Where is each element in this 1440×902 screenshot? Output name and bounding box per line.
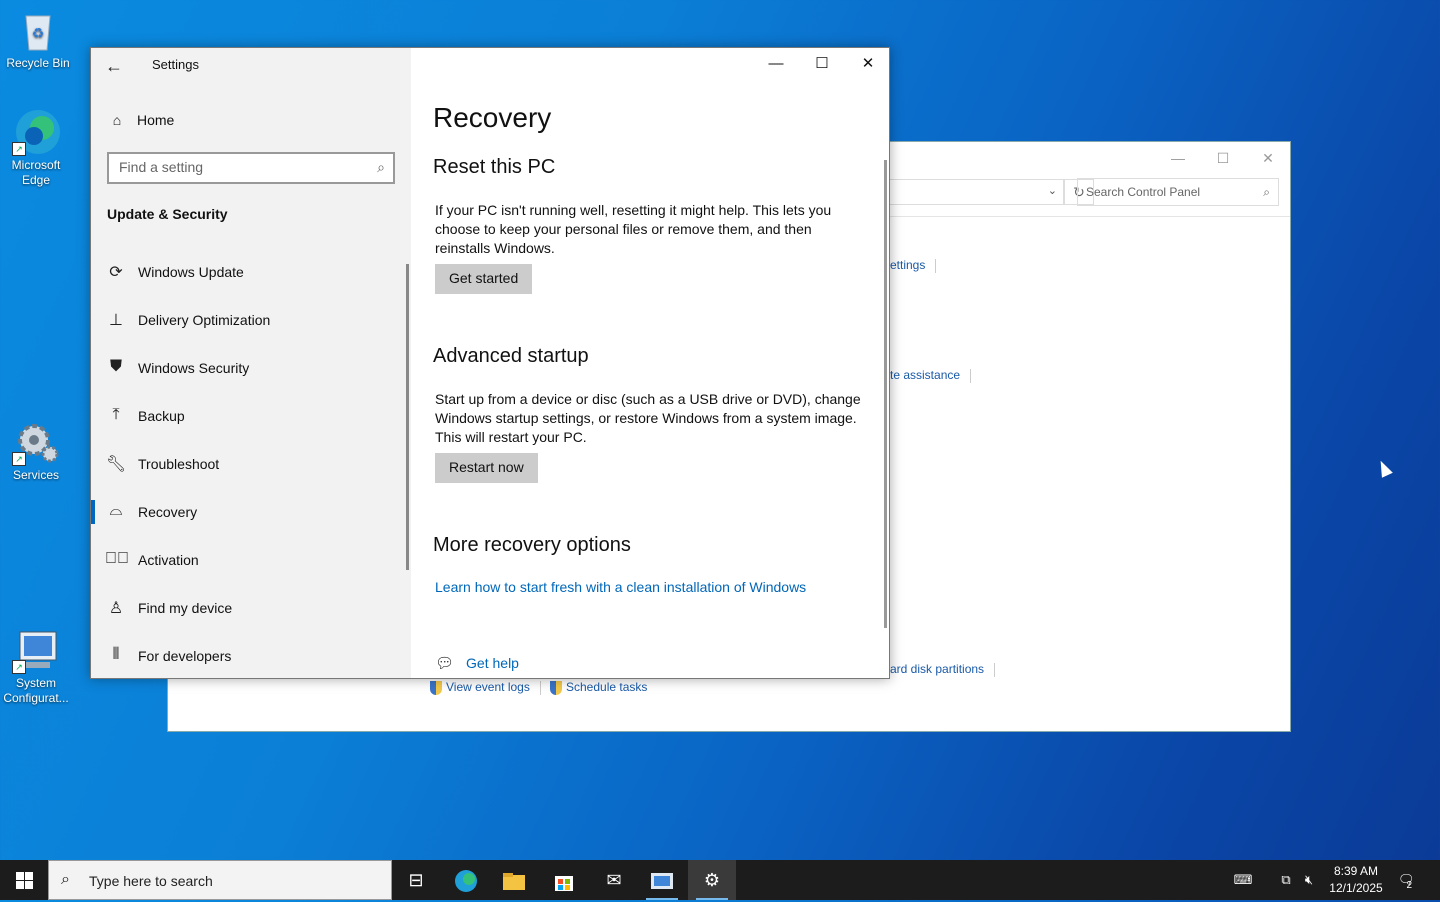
edge-taskbar-icon[interactable] xyxy=(442,860,490,900)
advanced-startup-description: Start up from a device or disc (such as … xyxy=(435,391,861,445)
person-location-icon: ♙ xyxy=(108,600,124,617)
shortcut-arrow-icon: ↗ xyxy=(12,660,26,674)
clock-time: 8:39 AM xyxy=(1333,864,1379,878)
control-panel-taskbar-icon[interactable] xyxy=(638,860,686,900)
mail-icon[interactable]: ✉ xyxy=(590,860,638,900)
sidebar-item-troubleshoot[interactable]: 🔧︎ Troubleshoot xyxy=(91,440,411,488)
desktop-icon-services[interactable]: ↗ Services xyxy=(0,418,74,483)
find-setting-input[interactable]: Find a setting ⌕ xyxy=(107,152,395,184)
find-setting-placeholder: Find a setting xyxy=(119,159,204,175)
settings-nav-pane: ← Settings ⌂ Home Find a setting ⌕ Update… xyxy=(91,48,411,678)
nav-home[interactable]: ⌂ Home xyxy=(107,112,175,128)
sidebar-item-backup[interactable]: ⤒ Backup xyxy=(91,392,411,440)
search-icon: ⌕ xyxy=(1263,185,1270,199)
window-title: Settings xyxy=(152,57,199,72)
sync-icon: ⟳ xyxy=(109,264,123,281)
restart-now-button[interactable]: Restart now xyxy=(435,453,538,483)
help-chat-icon: 💬︎ xyxy=(435,655,455,672)
sidebar-item-delivery-optimization[interactable]: ⊥ Delivery Optimization xyxy=(91,296,411,344)
search-placeholder: Search Control Panel xyxy=(1086,185,1201,199)
sidebar-item-windows-security[interactable]: ⛊ Windows Security xyxy=(91,344,411,392)
network-icon[interactable]: ⧉ xyxy=(1276,860,1296,900)
shield-icon: ⛊ xyxy=(109,358,122,375)
selection-indicator xyxy=(91,500,95,524)
sidebar-item-activation[interactable]: ✓⃝ Activation xyxy=(91,536,411,584)
page-title: Recovery xyxy=(433,102,552,133)
cp-link-view-event-logs[interactable]: View event logs xyxy=(430,680,541,695)
cp-link-settings[interactable]: ettings xyxy=(890,258,937,273)
maximize-button[interactable]: ☐ xyxy=(1205,146,1241,170)
sidebar-item-for-developers[interactable]: ⫴ For developers xyxy=(91,632,411,680)
content-scrollbar[interactable] xyxy=(884,160,887,628)
system-clock[interactable]: 8:39 AM 12/1/2025 xyxy=(1326,863,1386,897)
svg-text:♻: ♻ xyxy=(32,25,45,41)
developer-tools-icon: ⫴ xyxy=(112,646,120,663)
sidebar-item-windows-update[interactable]: ⟳ Windows Update xyxy=(91,248,411,296)
settings-taskbar-icon[interactable]: ⚙ xyxy=(688,860,736,900)
file-explorer-icon[interactable] xyxy=(490,860,538,900)
more-recovery-heading: More recovery options xyxy=(433,534,631,556)
shortcut-arrow-icon: ↗ xyxy=(12,452,26,466)
cp-link-schedule-tasks[interactable]: Schedule tasks xyxy=(550,680,647,695)
section-heading: Update & Security xyxy=(107,206,228,222)
sidebar-item-find-my-device[interactable]: ♙ Find my device xyxy=(91,584,411,632)
taskbar-search-box[interactable]: ⌕ Type here to search xyxy=(48,860,392,900)
settings-window[interactable]: ← Settings ⌂ Home Find a setting ⌕ Update… xyxy=(90,47,890,679)
chevron-down-icon[interactable]: ⌄ xyxy=(1048,184,1057,197)
volume-muted-icon[interactable]: 🔇︎ xyxy=(1298,860,1320,900)
control-panel-search-input[interactable]: Search Control Panel ⌕ xyxy=(1077,178,1279,206)
system-config-icon: ↗ xyxy=(12,626,60,674)
reset-heading: Reset this PC xyxy=(433,156,556,178)
search-icon: ⌕ xyxy=(61,871,70,888)
search-icon: ⌕ xyxy=(377,159,385,175)
backup-arrow-icon: ⤒ xyxy=(112,406,120,423)
address-bar[interactable]: ⌄ xyxy=(868,179,1064,205)
desktop-icon-system-config[interactable]: ↗ System Configurat... xyxy=(0,626,74,706)
desktop-icon-label: Microsoft Edge xyxy=(11,158,61,187)
desktop-icon-label: Services xyxy=(12,468,59,482)
minimize-button[interactable]: — xyxy=(1160,146,1196,170)
notification-count: 2 xyxy=(1406,880,1413,891)
back-arrow-icon[interactable]: ← xyxy=(105,56,123,77)
uac-shield-icon xyxy=(550,680,562,695)
close-button[interactable]: ✕ xyxy=(845,54,891,74)
recovery-icon: ⌓ xyxy=(109,502,123,519)
advanced-startup-heading: Advanced startup xyxy=(433,345,589,367)
uac-shield-icon xyxy=(430,680,442,695)
clock-date: 12/1/2025 xyxy=(1329,881,1383,895)
taskbar: ⌕ Type here to search ⊟ ✉ ⚙ ⌨ ⧉ 🔇︎ 8:39 … xyxy=(0,860,1440,900)
desktop-icon-label: System Configurat... xyxy=(3,676,69,705)
get-started-button[interactable]: Get started xyxy=(435,264,533,294)
nav-scrollbar[interactable] xyxy=(406,264,409,570)
sidebar-item-recovery[interactable]: ⌓ Recovery xyxy=(91,488,411,536)
keyboard-layout-icon[interactable]: ⌨ xyxy=(1228,860,1258,900)
wrench-icon: 🔧︎ xyxy=(105,456,127,473)
recovery-page: — ☐ ✕ Recovery Reset this PC If your PC … xyxy=(411,48,889,678)
shortcut-arrow-icon: ↗ xyxy=(12,142,26,156)
cp-link-assistance[interactable]: te assistance xyxy=(890,368,972,383)
desktop-icon-recycle-bin[interactable]: ♻ Recycle Bin xyxy=(0,6,76,71)
maximize-button[interactable]: ☐ xyxy=(799,54,845,74)
desktop-icon-label: Recycle Bin xyxy=(6,56,70,70)
edge-icon: ↗ xyxy=(12,108,60,156)
desktop-icon-edge[interactable]: ↗ Microsoft Edge xyxy=(0,108,74,188)
store-icon[interactable] xyxy=(540,860,588,900)
taskbar-search-placeholder: Type here to search xyxy=(89,873,213,889)
delivery-optimization-icon: ⊥ xyxy=(109,312,123,329)
home-icon: ⌂ xyxy=(112,112,122,128)
reset-description: If your PC isn't running well, resetting… xyxy=(435,202,832,256)
close-button[interactable]: ✕ xyxy=(1250,146,1286,170)
minimize-button[interactable]: — xyxy=(753,54,799,74)
action-center-button[interactable]: 🗨︎2 xyxy=(1394,860,1424,900)
mouse-cursor xyxy=(1375,458,1393,478)
cp-link-disk-partitions[interactable]: ard disk partitions xyxy=(890,662,996,677)
task-view-icon[interactable]: ⊟ xyxy=(392,860,440,900)
fresh-start-link[interactable]: Learn how to start fresh with a clean in… xyxy=(435,579,806,595)
get-help-link[interactable]: 💬︎ Get help xyxy=(435,654,519,672)
start-button[interactable] xyxy=(0,860,48,900)
services-gear-icon: ↗ xyxy=(12,418,60,466)
check-circle-icon: ✓⃝ xyxy=(105,550,129,567)
recycle-bin-icon: ♻ xyxy=(14,6,62,54)
